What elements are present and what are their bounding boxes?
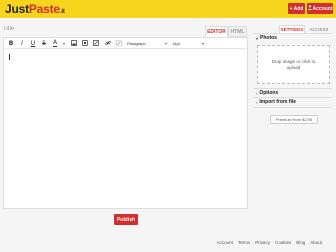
image-icon (71, 40, 77, 46)
text-color-icon: A (52, 38, 58, 47)
embed-icon (93, 40, 99, 46)
chevron-down-icon: ▾ (201, 40, 204, 46)
logo[interactable]: JustPaste.it (5, 2, 65, 16)
clear-format-icon (116, 40, 122, 46)
sidebar-divider (254, 97, 332, 98)
dropzone-text: Drop image or click to upload (271, 59, 316, 70)
editor-area[interactable]: B I U S A ▾ Paragraph ▾ 14pt ▾ (3, 37, 248, 209)
tab-editor[interactable]: EDITOR (205, 26, 228, 37)
font-size-select-value: 14pt (172, 40, 180, 46)
embed-button[interactable] (92, 39, 100, 47)
user-icon (307, 5, 312, 12)
font-size-select[interactable]: 14pt ▾ (172, 39, 206, 47)
image-button[interactable] (70, 39, 78, 47)
strikethrough-button[interactable]: S (40, 39, 48, 47)
format-select-value: Paragraph (127, 40, 146, 46)
media-icon (82, 40, 88, 46)
clear-format-button[interactable] (115, 39, 123, 47)
account-button-label: Account (312, 5, 333, 12)
tab-html[interactable]: HTML (228, 26, 247, 37)
options-label: Options (259, 90, 279, 96)
text-color-chevron-icon[interactable]: ▾ (60, 39, 68, 47)
photos-label: Photos (260, 35, 277, 41)
media-button[interactable] (81, 39, 89, 47)
add-button[interactable]: + Add (288, 3, 305, 14)
sidebar-divider (254, 107, 332, 108)
footer-link-terms[interactable]: Terms (238, 240, 250, 246)
options-section-toggle[interactable]: › Options (256, 90, 278, 96)
publish-button[interactable]: Publish (114, 214, 138, 225)
editor-toolbar: B I U S A ▾ Paragraph ▾ 14pt ▾ (4, 38, 247, 49)
footer-link-cookies[interactable]: Cookies (275, 240, 291, 246)
logo-text-it: .it (59, 9, 65, 15)
sidebar-divider (254, 88, 332, 89)
premium-button[interactable]: Premium from $2.95 (270, 115, 318, 124)
photos-section-toggle[interactable]: ▾ Photos (256, 35, 277, 41)
text-cursor (9, 54, 10, 60)
title-input[interactable] (3, 24, 203, 34)
tab-settings[interactable]: SETTINGS (279, 25, 305, 33)
import-label: Import from file (259, 99, 297, 105)
account-button[interactable]: Account (307, 3, 333, 14)
chevron-right-icon: › (256, 90, 258, 96)
logo-text-paste: Paste (28, 2, 60, 16)
bold-button[interactable]: B (7, 39, 15, 47)
link-button[interactable] (104, 39, 112, 47)
footer-links: Account Terms Privacy Cookies Blog About (217, 240, 322, 246)
italic-button[interactable]: I (18, 39, 26, 47)
footer-link-about[interactable]: About (310, 240, 322, 246)
underline-button[interactable]: U (29, 39, 37, 47)
chevron-down-icon: ▾ (164, 40, 167, 46)
add-button-label: Add (293, 5, 304, 12)
text-color-button[interactable]: A (51, 39, 59, 47)
sidebar-divider (254, 33, 332, 34)
top-bar: JustPaste.it + Add Account (0, 0, 336, 18)
tab-access[interactable]: ACCESS (306, 25, 332, 33)
chevron-down-icon: ▾ (256, 35, 259, 41)
footer-link-blog[interactable]: Blog (296, 240, 305, 246)
plus-icon: + (289, 5, 293, 12)
image-dropzone[interactable]: Drop image or click to upload (257, 45, 330, 84)
chevron-right-icon: › (256, 99, 258, 105)
footer-link-privacy[interactable]: Privacy (255, 240, 270, 246)
format-select[interactable]: Paragraph ▾ (127, 39, 169, 47)
import-section-toggle[interactable]: › Import from file (256, 99, 296, 105)
logo-text-just: Just (5, 2, 29, 16)
link-icon (105, 41, 111, 45)
footer-link-account[interactable]: Account (217, 240, 233, 246)
